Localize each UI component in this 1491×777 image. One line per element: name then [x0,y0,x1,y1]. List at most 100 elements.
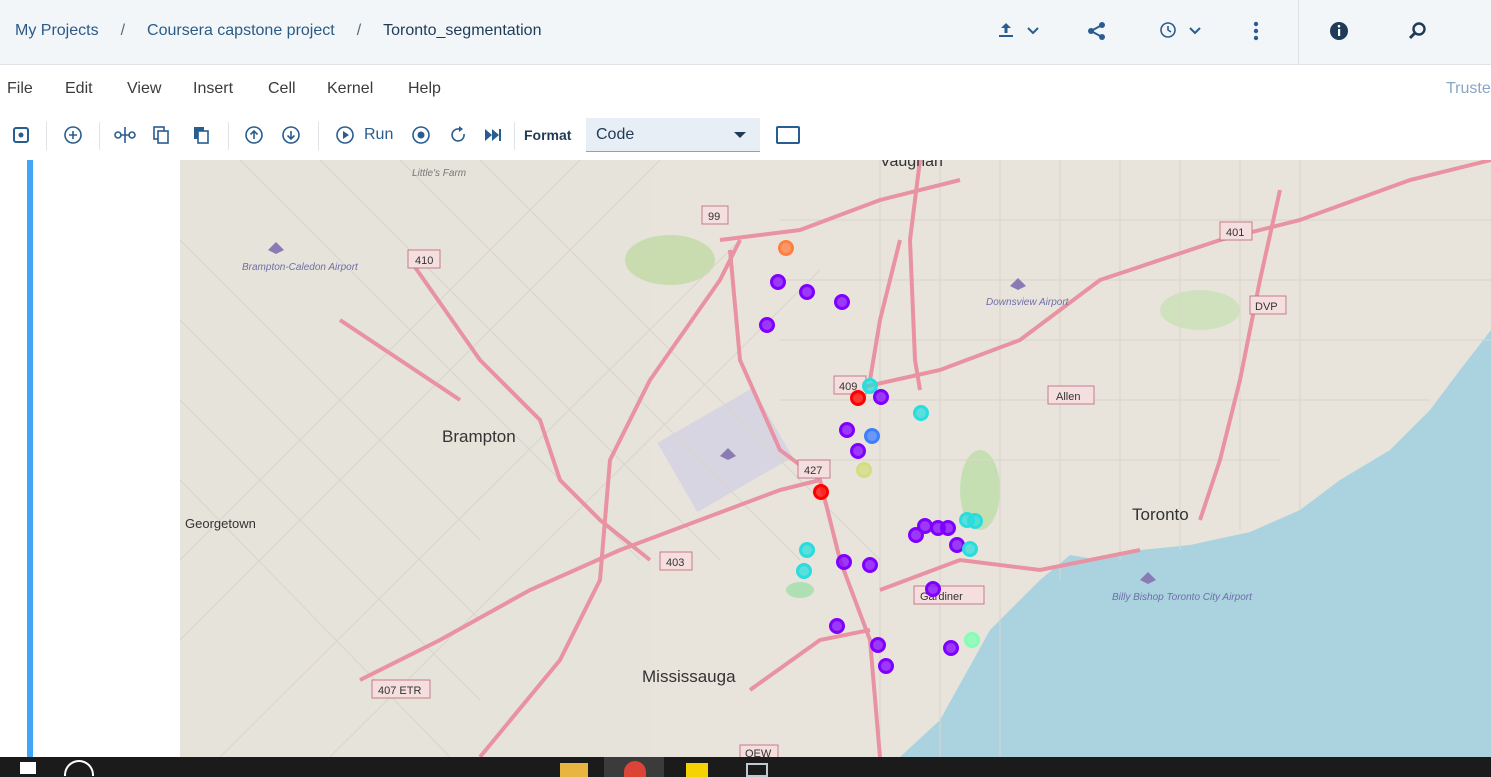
park-area [786,582,814,598]
cluster-marker[interactable] [834,294,850,310]
toolbar-divider [318,122,319,150]
cell-type-select[interactable]: Code [586,118,760,152]
info-icon [1330,22,1348,40]
share-button[interactable] [1086,20,1108,42]
breadcrumb-project[interactable]: Coursera capstone project [147,22,335,40]
cluster-marker[interactable] [799,542,815,558]
cluster-marker[interactable] [759,317,775,333]
find-resources-button[interactable] [1407,20,1429,42]
history-button[interactable] [1158,20,1202,40]
toolbar-divider [46,122,47,150]
chevron-down-icon [734,132,746,138]
arrow-up-circle-icon [245,126,263,144]
breadcrumb-separator: / [356,22,362,39]
label-georgetown: Georgetown [185,516,256,531]
project-header: My Projects / Coursera capstone project … [0,0,1491,65]
cluster-marker[interactable] [770,274,786,290]
more-options-button[interactable] [1252,20,1260,42]
cluster-marker[interactable] [940,520,956,536]
cluster-marker[interactable] [850,443,866,459]
cluster-marker[interactable] [878,658,894,674]
menu-file[interactable]: File [7,80,33,98]
menu-edit[interactable]: Edit [65,80,93,98]
cluster-marker[interactable] [949,537,965,553]
menu-insert[interactable]: Insert [193,80,233,98]
cluster-marker[interactable] [839,422,855,438]
keyboard-icon[interactable] [776,126,800,144]
shield-99: 99 [708,211,720,223]
cortana-icon[interactable] [64,760,94,776]
paste-icon [194,127,209,144]
menu-kernel[interactable]: Kernel [327,80,373,98]
copy-button[interactable] [148,122,174,148]
menu-view[interactable]: View [127,80,161,98]
chrome-icon [624,761,646,777]
cluster-marker[interactable] [856,462,872,478]
save-button[interactable] [8,122,34,148]
label-downsview-airport: Downsview Airport [986,297,1070,308]
cluster-marker[interactable] [925,581,941,597]
cluster-marker[interactable] [862,557,878,573]
chevron-down-icon [1027,27,1039,35]
run-label[interactable]: Run [364,126,393,144]
history-icon [1160,22,1176,38]
shield-dvp: DVP [1255,301,1278,313]
label-brampton-airport: Brampton-Caledon Airport [242,262,359,273]
cluster-marker[interactable] [908,527,924,543]
breadcrumb-notebook: Toronto_segmentation [383,22,542,39]
cluster-marker[interactable] [862,378,878,394]
cluster-marker[interactable] [870,637,886,653]
cluster-marker[interactable] [873,389,889,405]
file-explorer-icon[interactable] [560,763,588,777]
shield-410: 410 [415,255,433,267]
move-up-button[interactable] [241,122,267,148]
label-brampton: Brampton [442,427,516,446]
info-button[interactable] [1328,20,1350,42]
cluster-marker[interactable] [778,240,794,256]
paste-button[interactable] [188,122,214,148]
toolbar-divider [228,122,229,150]
insert-cell-button[interactable] [60,122,86,148]
fast-forward-icon [485,129,501,141]
cluster-marker[interactable] [796,563,812,579]
cluster-marker[interactable] [813,484,829,500]
cluster-marker[interactable] [967,513,983,529]
cluster-marker[interactable] [943,640,959,656]
windows-taskbar [0,757,1491,777]
windows-start-icon[interactable] [20,762,36,774]
save-icon [13,127,29,143]
breadcrumb-my-projects[interactable]: My Projects [15,22,99,40]
label-billy-bishop-airport: Billy Bishop Toronto City Airport [1112,592,1253,603]
cluster-marker[interactable] [964,632,980,648]
cluster-marker[interactable] [836,554,852,570]
trusted-indicator[interactable]: Truste [1446,80,1491,98]
restart-run-all-button[interactable] [480,122,506,148]
upload-button[interactable] [996,20,1040,40]
label-littles-farm: Little's Farm [412,168,466,179]
app-icon[interactable] [746,763,768,777]
label-mississauga: Mississauga [642,667,736,686]
arrow-down-circle-icon [282,126,300,144]
move-down-button[interactable] [278,122,304,148]
folium-map[interactable]: Vaughan Brampton Georgetown Toronto Miss… [180,160,1491,757]
cluster-marker[interactable] [962,541,978,557]
interrupt-button[interactable] [408,122,434,148]
cluster-marker[interactable] [913,405,929,421]
play-circle-icon [336,126,354,144]
toolbar-divider [514,122,515,150]
more-vert-icon [1253,21,1259,41]
copy-icon [153,126,169,144]
run-button[interactable] [332,122,358,148]
cluster-marker[interactable] [864,428,880,444]
chevron-down-icon [1189,27,1201,35]
restart-button[interactable] [446,122,472,148]
cluster-marker[interactable] [850,390,866,406]
cut-button[interactable] [112,122,138,148]
add-circle-icon [64,126,82,144]
cell-type-value: Code [596,126,635,143]
sticky-notes-icon[interactable] [686,763,708,777]
cluster-marker[interactable] [799,284,815,300]
cluster-marker[interactable] [829,618,845,634]
menu-help[interactable]: Help [408,80,441,98]
menu-cell[interactable]: Cell [268,80,296,98]
